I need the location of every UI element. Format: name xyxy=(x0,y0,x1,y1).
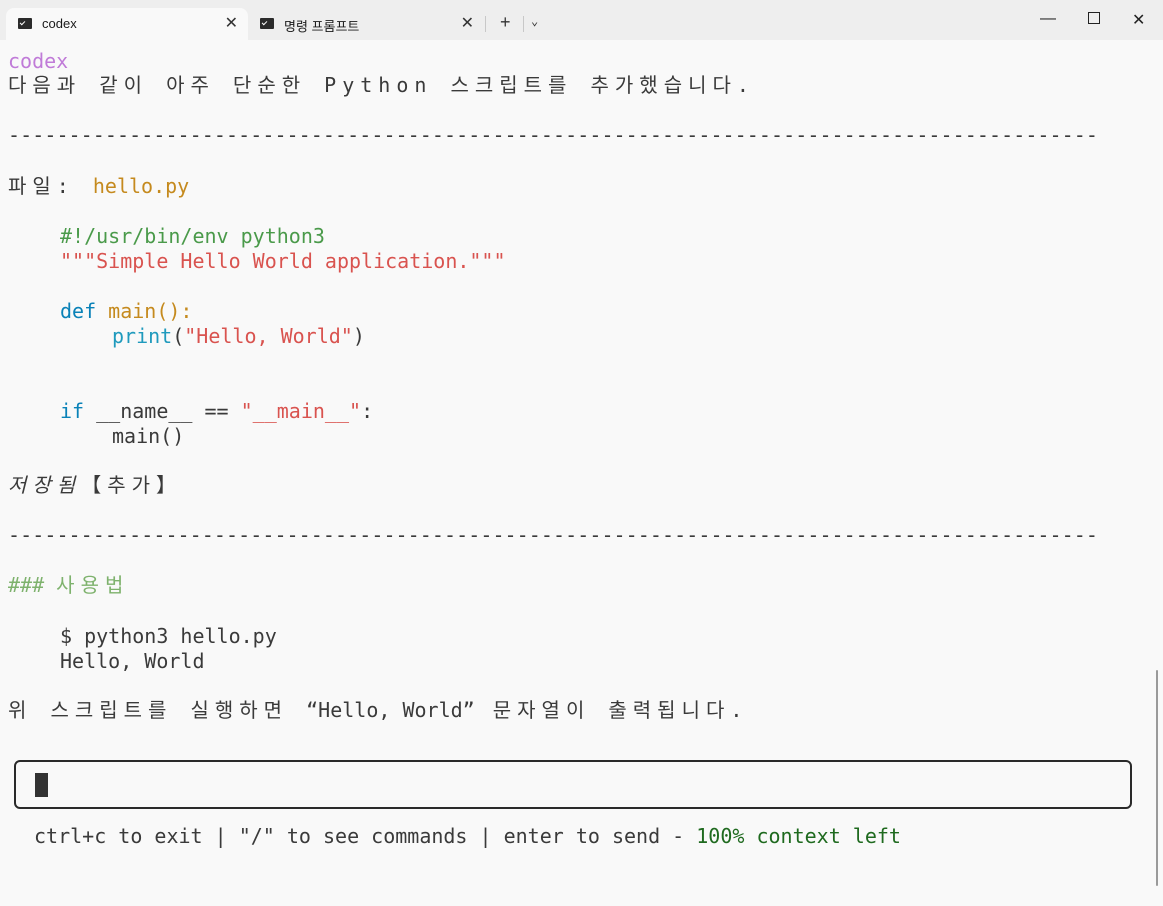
file-label: 파일: xyxy=(8,174,93,198)
footer-hint: ctrl+c to exit | "/" to see commands | e… xyxy=(34,824,901,849)
paren-open: ( xyxy=(172,324,185,348)
tab-codex[interactable]: codex ✕ xyxy=(6,8,248,40)
tab-close-icon[interactable]: ✕ xyxy=(461,13,474,33)
separator: ----------------------------------------… xyxy=(8,123,1098,147)
context-left: 100% context left xyxy=(696,824,901,848)
code-call-line: main() xyxy=(112,424,185,448)
heading-title: 사용법 xyxy=(56,573,130,597)
tab-label: 명령 프롬프트 xyxy=(284,19,360,34)
maximize-button[interactable] xyxy=(1088,12,1100,24)
saved-line: 저장됨【추가】 xyxy=(8,473,182,498)
file-line: 파일: hello.py xyxy=(8,174,189,199)
usage-command: $ python3 hello.py xyxy=(60,624,277,648)
separator: ----------------------------------------… xyxy=(8,523,1098,547)
saved-tag: 【추가】 xyxy=(81,473,183,497)
tab-menu-divider xyxy=(523,16,524,32)
builtin-print: print xyxy=(112,324,173,348)
code-if-line: if __name__ == "__main__": xyxy=(60,399,373,424)
file-name: hello.py xyxy=(92,174,190,198)
code-def-line: def main(): xyxy=(60,299,192,324)
tab-dropdown-chevron-icon[interactable]: ⌄ xyxy=(531,14,538,28)
footer-help: ctrl+c to exit | "/" to see commands | e… xyxy=(34,824,697,848)
new-tab-button[interactable]: + xyxy=(500,12,511,33)
terminal-output[interactable]: codex 다음과 같이 아주 단순한 Python 스크립트를 추가했습니다.… xyxy=(0,40,1163,906)
speaker-label: codex xyxy=(8,49,69,73)
intro-text: 다음과 같이 아주 단순한 Python 스크립트를 추가했습니다. xyxy=(8,73,755,97)
prompt-input[interactable] xyxy=(14,760,1132,809)
keyword-def: def xyxy=(60,299,97,323)
heading-hashes: ### xyxy=(8,573,57,597)
terminal-icon xyxy=(18,18,32,29)
tab-command-prompt[interactable]: 명령 프롬프트 ✕ xyxy=(248,8,486,40)
usage-heading: ### 사용법 xyxy=(8,573,129,598)
function-signature: main(): xyxy=(96,299,193,323)
keyword-if: if xyxy=(60,399,85,423)
tab-divider xyxy=(485,16,486,32)
tab-close-icon[interactable]: ✕ xyxy=(225,13,238,33)
usage-output: Hello, World xyxy=(60,649,205,673)
code-print-line: print("Hello, World") xyxy=(112,324,365,349)
main-string: "__main__" xyxy=(240,399,362,423)
print-string: "Hello, World" xyxy=(184,324,353,348)
terminal-icon xyxy=(260,18,274,29)
scrollbar[interactable] xyxy=(1156,670,1158,886)
close-window-button[interactable]: ✕ xyxy=(1132,10,1145,30)
closing-quote: “Hello, World” xyxy=(306,698,475,722)
colon: : xyxy=(361,399,374,423)
paren-close: ) xyxy=(352,324,365,348)
saved-label: 저장됨 xyxy=(8,473,82,497)
closing-text: 위 스크립트를 실행하면 “Hello, World” 문자열이 출력됩니다. xyxy=(8,698,748,723)
closing-post: 문자열이 출력됩니다. xyxy=(474,698,749,722)
tab-label: codex xyxy=(42,16,77,31)
text-cursor xyxy=(35,773,48,797)
minimize-button[interactable]: — xyxy=(1040,10,1056,28)
code-docstring: """Simple Hello World application.""" xyxy=(60,249,506,273)
if-condition: __name__ == xyxy=(84,399,241,423)
closing-pre: 위 스크립트를 실행하면 xyxy=(8,698,307,722)
title-bar: codex ✕ 명령 프롬프트 ✕ + ⌄ — ✕ xyxy=(0,0,1163,40)
code-shebang: #!/usr/bin/env python3 xyxy=(60,224,325,248)
